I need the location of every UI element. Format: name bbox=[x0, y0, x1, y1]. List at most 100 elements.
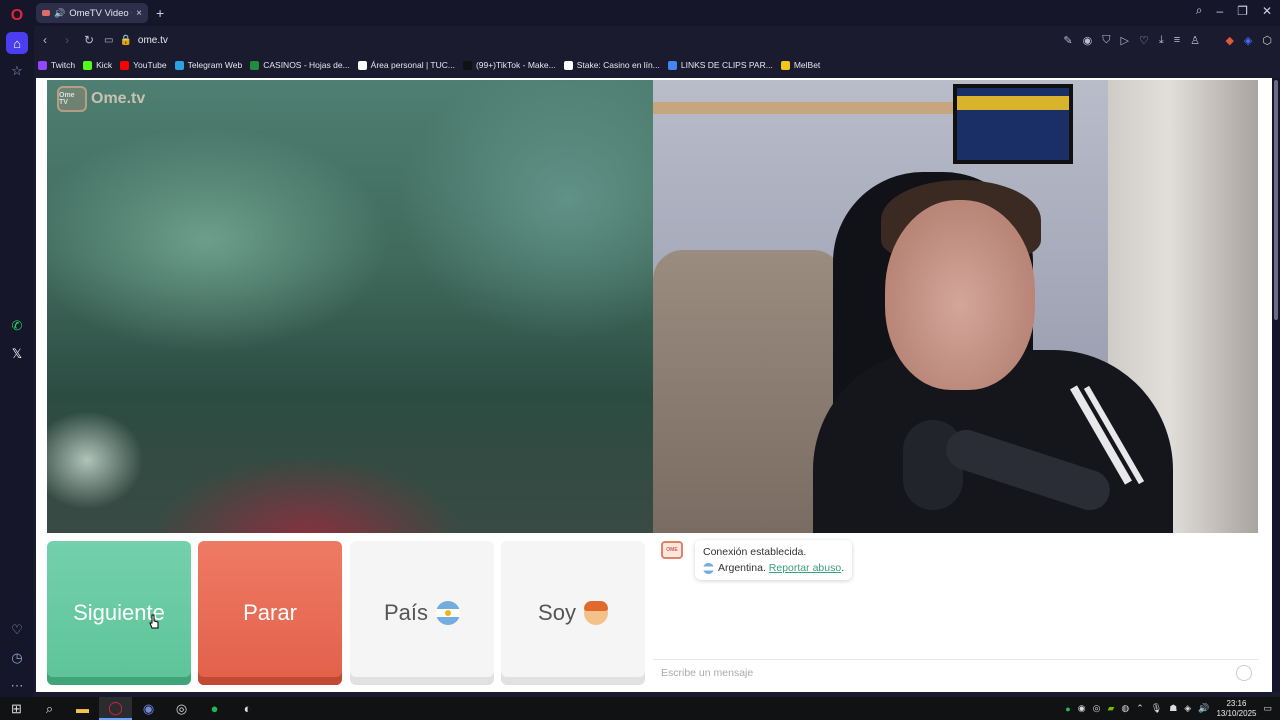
wifi-icon[interactable]: ☗ bbox=[1169, 703, 1177, 714]
spotify-icon[interactable]: ● bbox=[198, 697, 231, 720]
bookmark-label: LINKS DE CLIPS PAR... bbox=[680, 60, 773, 70]
search-tabs-icon[interactable]: ⌕ bbox=[1196, 3, 1203, 18]
minimize-icon[interactable]: – bbox=[1216, 4, 1223, 18]
network-tray-icon[interactable]: ◍ bbox=[1121, 703, 1129, 714]
emoji-icon[interactable] bbox=[1236, 665, 1252, 681]
country-button-label: País bbox=[383, 600, 429, 625]
x-twitter-icon[interactable]: 𝕏 bbox=[6, 343, 28, 365]
nvidia-tray-icon[interactable]: ▰ bbox=[1107, 703, 1114, 714]
bookmark-favicon-icon bbox=[667, 60, 677, 70]
bookmark-item[interactable]: Área personal | TUC... bbox=[357, 60, 455, 70]
bookmark-label: MelBet bbox=[793, 60, 821, 70]
bookmark-label: Telegram Web bbox=[187, 60, 243, 70]
ometv-chat-avatar-icon: OME bbox=[661, 541, 683, 559]
bookmark-item[interactable]: Kick bbox=[83, 60, 112, 70]
search-icon[interactable]: ⌕ bbox=[33, 697, 66, 720]
notifications-icon[interactable]: ▭ bbox=[1263, 703, 1272, 714]
menu-icon[interactable]: ≡ bbox=[1174, 34, 1180, 47]
microphone-icon[interactable]: 🎙 bbox=[1151, 703, 1162, 714]
clock[interactable]: 23:16 13/10/2025 bbox=[1216, 699, 1256, 719]
opera-logo-icon[interactable]: O bbox=[7, 6, 27, 26]
bookmark-label: Kick bbox=[96, 60, 113, 70]
lock-icon[interactable]: 🔒 bbox=[119, 35, 131, 46]
window-controls: ⌕ – ❐ ✕ bbox=[1196, 3, 1272, 18]
clock-date: 13/10/2025 bbox=[1216, 708, 1257, 718]
ometv-logo[interactable]: Ome TV Ome.tv bbox=[57, 86, 145, 112]
page-scrollbar[interactable] bbox=[1272, 78, 1280, 692]
boy-emoji-icon bbox=[583, 601, 608, 625]
edit-icon[interactable]: ✎ bbox=[1063, 34, 1072, 47]
bookmark-item[interactable]: Stake: Casino en lín... bbox=[563, 60, 660, 70]
country-button[interactable]: País bbox=[350, 541, 494, 685]
steam-icon[interactable]: ◈ bbox=[1184, 703, 1191, 714]
discord-icon[interactable]: ◉ bbox=[132, 697, 165, 720]
stranger-country: Argentina. bbox=[718, 562, 766, 574]
opera-taskbar-icon[interactable]: ◯ bbox=[99, 697, 132, 720]
chevron-up-icon[interactable]: ⌃ bbox=[1136, 703, 1144, 714]
bookmark-favicon-icon bbox=[38, 60, 47, 70]
site-info-icon[interactable]: ▭ bbox=[104, 35, 113, 46]
heart-icon[interactable]: ♡ bbox=[1139, 34, 1149, 47]
bookmark-item[interactable]: (99+)TikTok - Make... bbox=[462, 60, 556, 70]
stranger-video: Ome TV Ome.tv bbox=[47, 80, 653, 533]
bookmark-favicon-icon bbox=[780, 60, 790, 70]
back-icon[interactable]: ‹ bbox=[34, 33, 56, 47]
reload-icon[interactable]: ↻ bbox=[78, 33, 100, 47]
download-icon[interactable]: ⤓ bbox=[1159, 34, 1164, 47]
gender-button[interactable]: Soy bbox=[501, 541, 645, 685]
vpn-icon[interactable]: ⛉ bbox=[1102, 34, 1110, 47]
windows-taskbar: ⊞ ⌕ ▬ ◯ ◉ ◎ ● ◐ ● ◉ ◎ ▰ ◍ ⌃ 🎙 ☗ ◈ 🔊 23:1… bbox=[0, 697, 1280, 720]
bookmark-label: CASINOS - Hojas de... bbox=[263, 60, 350, 70]
home-icon[interactable]: ⌂ bbox=[6, 32, 28, 54]
address-bar-row: ‹ › ↻ ▭ 🔒 ome.tv ✎ ◉ ⛉ ▷ ♡ ⤓ ≡ ♙ ◆ ◈ ⬡ bbox=[34, 28, 1280, 52]
bookmark-favicon-icon bbox=[250, 60, 260, 70]
camera-icon[interactable]: ◉ bbox=[1083, 34, 1093, 47]
speaker-icon[interactable]: 🔊 bbox=[54, 8, 65, 19]
report-abuse-link[interactable]: Reportar abuso bbox=[769, 562, 841, 574]
bookmark-item[interactable]: Telegram Web bbox=[174, 60, 243, 70]
ometv-logo-badge: Ome TV bbox=[57, 86, 87, 112]
stop-button[interactable]: Parar bbox=[198, 541, 342, 685]
more-dots-icon[interactable]: ⋯ bbox=[6, 675, 28, 697]
next-button[interactable]: Siguiente bbox=[47, 541, 191, 685]
discord-tray-icon[interactable]: ◉ bbox=[1078, 703, 1086, 714]
extension-shield-icon[interactable]: ◈ bbox=[1244, 34, 1252, 47]
argentina-flag-icon bbox=[436, 601, 461, 625]
whatsapp-icon[interactable]: ✆ bbox=[6, 315, 28, 337]
close-window-icon[interactable]: ✕ bbox=[1262, 4, 1272, 18]
app-icon[interactable]: ◐ bbox=[231, 697, 264, 720]
message-input[interactable]: Escribe un mensaje bbox=[653, 659, 1258, 685]
history-clock-icon[interactable]: ◷ bbox=[6, 647, 28, 669]
star-icon[interactable]: ☆ bbox=[6, 60, 28, 82]
windows-start-icon[interactable]: ⊞ bbox=[0, 697, 33, 720]
bookmark-item[interactable]: CASINOS - Hojas de... bbox=[250, 60, 350, 70]
url-field[interactable]: ome.tv bbox=[138, 35, 168, 46]
heart-icon[interactable]: ♡ bbox=[6, 619, 28, 641]
extension-fox-icon[interactable]: ◆ bbox=[1225, 34, 1233, 47]
connection-status: Conexión establecida. bbox=[703, 546, 807, 558]
spotify-tray-icon[interactable]: ● bbox=[1065, 704, 1070, 714]
ometv-page: Ome TV Ome.tv Siguiente Parar País Soy O… bbox=[36, 78, 1272, 692]
message-placeholder: Escribe un mensaje bbox=[661, 666, 754, 679]
tab-ometv[interactable]: 🔊 OmeTV Video Chat -... × bbox=[36, 3, 148, 23]
bookmark-item[interactable]: YouTube bbox=[120, 60, 167, 70]
bookmarks-bar: Twitch Kick YouTube Telegram Web CASINOS - H… bbox=[38, 56, 1280, 74]
play-icon[interactable]: ▷ bbox=[1120, 34, 1128, 47]
bookmark-item[interactable]: MelBet bbox=[780, 60, 821, 70]
bookmark-item[interactable]: LINKS DE CLIPS PAR... bbox=[667, 60, 773, 70]
extensions-cube-icon[interactable]: ⬡ bbox=[1262, 34, 1272, 47]
restore-icon[interactable]: ❐ bbox=[1237, 4, 1248, 18]
bookmark-label: YouTube bbox=[133, 60, 167, 70]
file-explorer-icon[interactable]: ▬ bbox=[66, 697, 99, 720]
bookmark-item[interactable]: Twitch bbox=[38, 60, 75, 70]
obs-tray-icon[interactable]: ◎ bbox=[1093, 703, 1101, 714]
obs-icon[interactable]: ◎ bbox=[165, 697, 198, 720]
new-tab-plus-icon[interactable]: + bbox=[156, 5, 164, 21]
profile-icon[interactable]: ♙ bbox=[1190, 34, 1200, 47]
bookmark-favicon-icon bbox=[563, 60, 573, 70]
forward-icon[interactable]: › bbox=[56, 33, 78, 47]
close-tab-icon[interactable]: × bbox=[136, 8, 142, 19]
system-message: Conexión establecida. Argentina. Reporta… bbox=[695, 540, 853, 580]
volume-icon[interactable]: 🔊 bbox=[1198, 703, 1209, 714]
screen: O ⌂ ☆ ✆ 𝕏 ♡ ◷ ⋯ 🔊 OmeTV Video Chat -... … bbox=[0, 0, 1280, 720]
